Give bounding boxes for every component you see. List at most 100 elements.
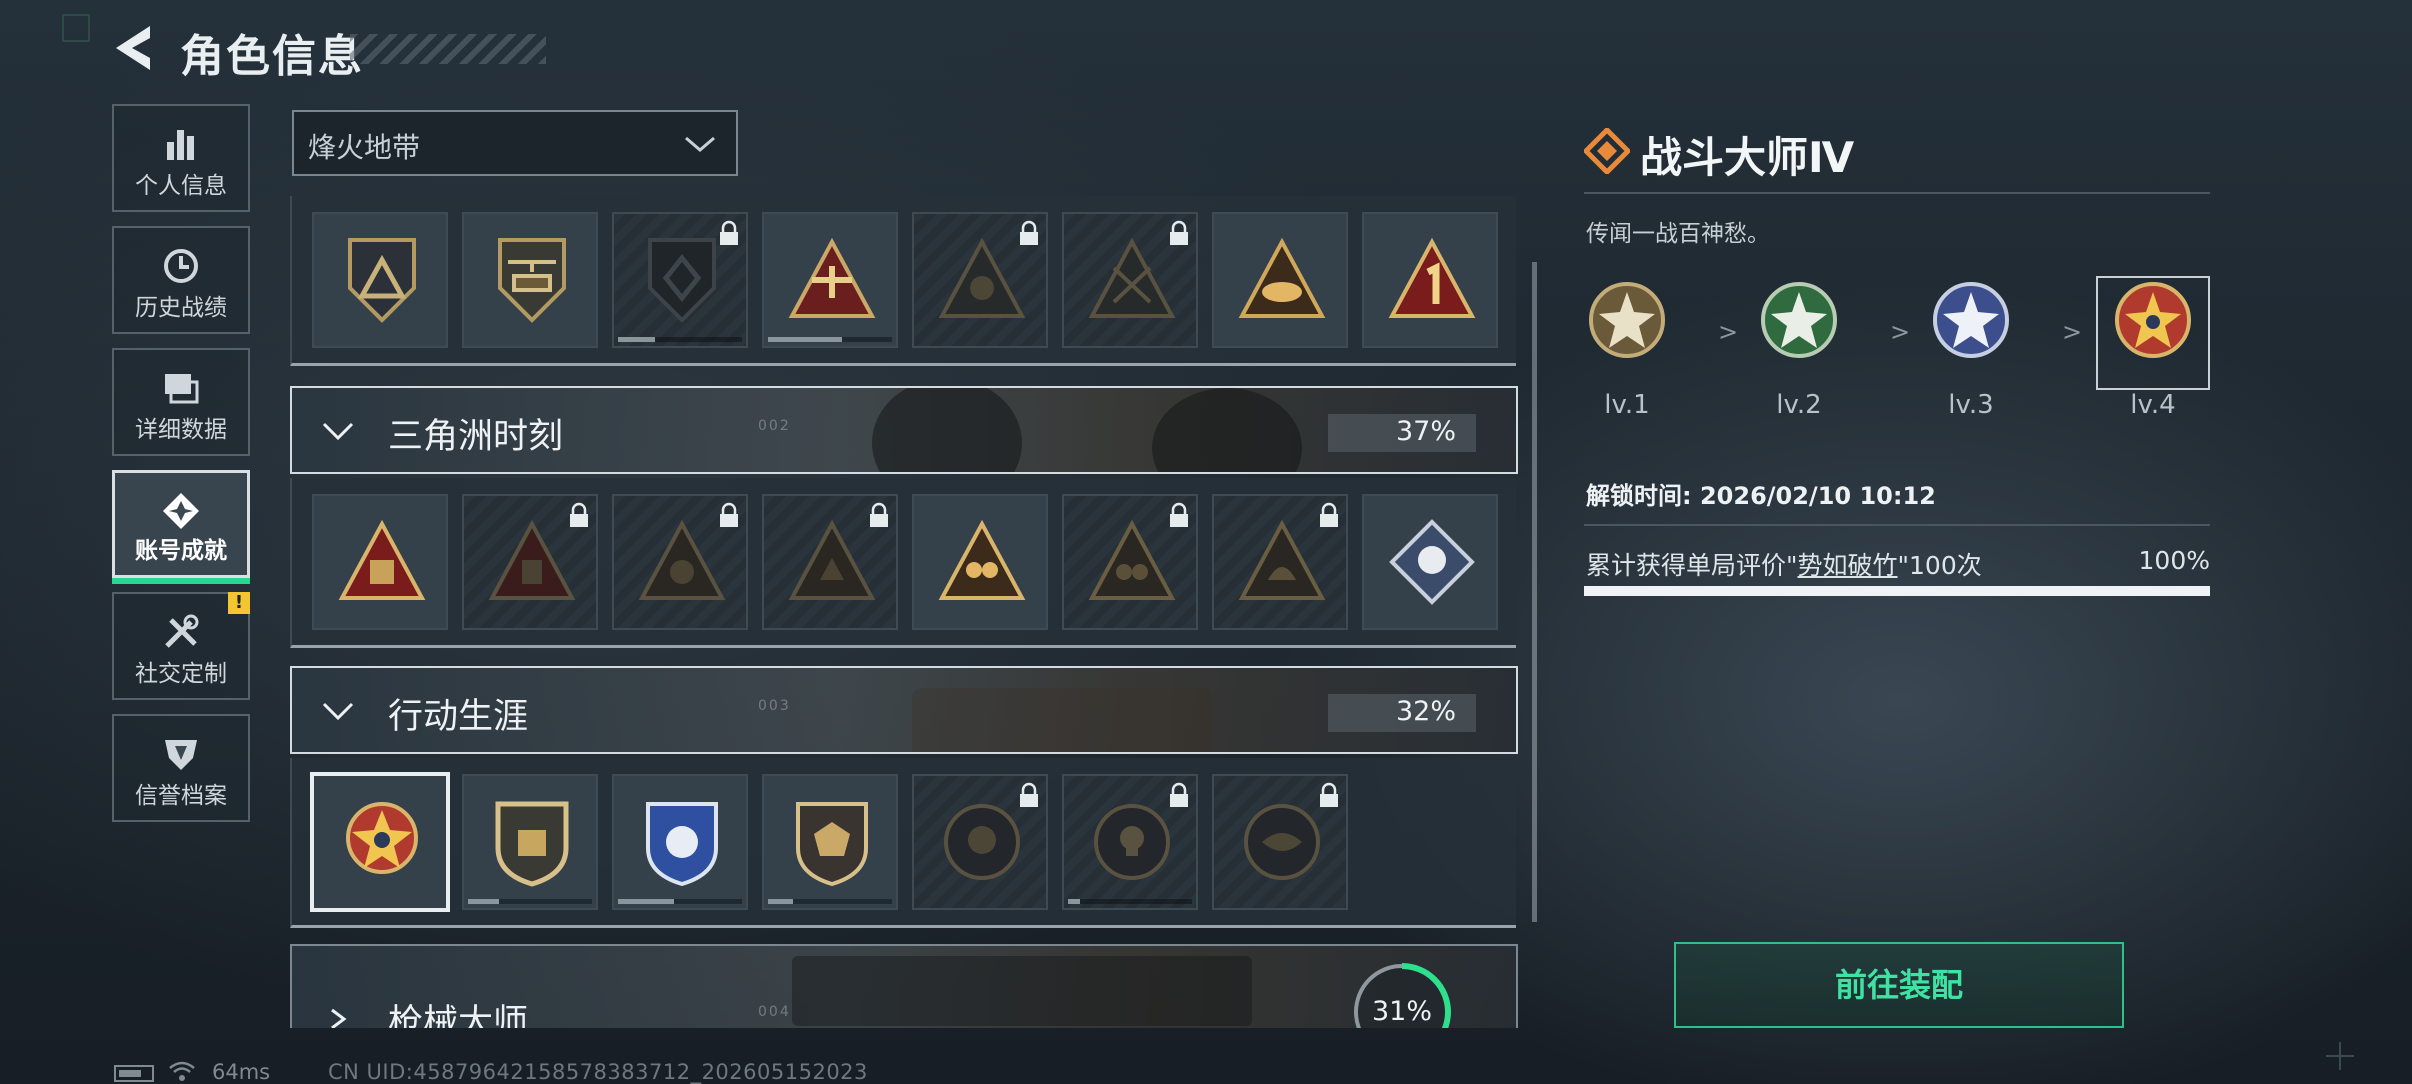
faded-skull-medal-icon: [1094, 804, 1170, 880]
level-4[interactable]: lv.4: [2096, 276, 2210, 420]
achievement-tile-locked[interactable]: [462, 494, 598, 630]
achievement-tile-locked[interactable]: [1212, 774, 1348, 910]
blue-wing-shield-medal-icon: [646, 802, 718, 887]
chevron-down-icon: [322, 422, 354, 441]
level-label: lv.3: [1948, 390, 1994, 420]
level-2[interactable]: lv.2: [1744, 278, 1854, 420]
category-index: 002: [758, 418, 791, 434]
blue-star-medal-icon: [1933, 282, 2009, 358]
faded-soldier-medal-icon: [1088, 237, 1176, 318]
level-3[interactable]: lv.3: [1916, 278, 2026, 420]
sidebar-item-history[interactable]: 历史战绩: [112, 226, 250, 334]
arrow-separator: >: [2062, 318, 2083, 346]
shield-badge-icon: [165, 740, 197, 770]
sidebar-item-label: 信誉档案: [135, 783, 227, 809]
category-header-weapon-master[interactable]: 枪械大师 004 31%: [290, 944, 1518, 1028]
go-equip-button[interactable]: 前往装配: [1674, 942, 2124, 1028]
achievement-tile[interactable]: [1212, 212, 1348, 348]
achievement-tile[interactable]: [462, 774, 598, 910]
achievement-tile-locked[interactable]: [762, 494, 898, 630]
task-highlight: 势如破竹: [1797, 551, 1898, 580]
category-percent-box: 32%: [1328, 694, 1476, 732]
level-label: lv.1: [1604, 390, 1650, 420]
page-title: 角色信息: [180, 31, 364, 82]
cards-icon: [165, 374, 199, 404]
achievement-tile-locked[interactable]: [1212, 494, 1348, 630]
user-uid: CN UID:4587964215857838371​2_20260515202…: [328, 1060, 868, 1084]
sidebar-item-social-custom[interactable]: 社交定制 !: [112, 592, 250, 700]
faded-shield-medal-icon: [648, 238, 716, 323]
faded-squad-medal-icon: [1088, 519, 1176, 600]
achievement-tile[interactable]: [1362, 494, 1498, 630]
scrollbar-thumb[interactable]: [1532, 262, 1537, 922]
sidebar-item-label: 历史战绩: [135, 295, 227, 321]
achievement-tile[interactable]: [312, 494, 448, 630]
header-art: [1152, 388, 1302, 472]
triangle-shield-medal-icon: [348, 238, 416, 323]
sidebar-item-detailed-data[interactable]: 详细数据: [112, 348, 250, 456]
achievement-tile-locked[interactable]: [1062, 212, 1198, 348]
title-decoration: [350, 34, 546, 64]
bar-chart-icon: [167, 130, 194, 160]
category-percent-box: 37%: [1328, 414, 1476, 452]
bomber-medal-icon: [788, 237, 876, 318]
battery-icon: [114, 1065, 154, 1082]
category-header-delta-moments[interactable]: 三角洲时刻 002 37%: [290, 386, 1518, 474]
sidebar-item-label: 社交定制: [135, 661, 227, 687]
achievement-list[interactable]: 三角洲时刻 002 37% 行动生涯 003 32% 枪械大师 004 31%: [290, 196, 1518, 1028]
mode-dropdown[interactable]: 烽火地带: [292, 110, 738, 176]
achievement-tile-locked[interactable]: [912, 774, 1048, 910]
back-arrow-icon[interactable]: [110, 22, 156, 74]
category-name: 枪械大师: [388, 1003, 529, 1028]
dice-shield-medal-icon: [796, 802, 868, 887]
sidebar-item-personal-info[interactable]: 个人信息: [112, 104, 250, 212]
plus-decoration-icon: [2326, 1042, 2354, 1070]
tile-progress-bar: [768, 899, 892, 904]
achievement-title: 战斗大师Ⅳ: [1640, 133, 1855, 182]
task-requirement: 累计获得单局评价"势如破竹"100次: [1586, 546, 1982, 582]
category-percent: 37%: [1395, 416, 1456, 447]
achievement-row: [290, 478, 1516, 648]
corner-mark: [62, 14, 90, 42]
tile-progress-bar: [768, 337, 892, 342]
diamond-rank-icon: [1584, 128, 1630, 174]
warning-badge: !: [228, 592, 250, 614]
category-name: 三角洲时刻: [388, 417, 564, 457]
achievement-tile[interactable]: [762, 774, 898, 910]
category-percent: 32%: [1395, 696, 1456, 727]
sidebar-item-label: 个人信息: [135, 173, 227, 199]
cloud-triangle-medal-icon: [1238, 237, 1326, 318]
category-index: 004: [758, 1004, 791, 1020]
faded-triangle-medal-icon: [488, 519, 576, 600]
achievement-tile[interactable]: [762, 212, 898, 348]
level-1[interactable]: lv.1: [1572, 278, 1682, 420]
sidebar-item-achievements[interactable]: 账号成就: [112, 470, 250, 584]
sidebar-item-label: 详细数据: [135, 417, 227, 443]
achievement-tile-locked[interactable]: [912, 212, 1048, 348]
achievement-tile-locked[interactable]: [612, 212, 748, 348]
achievement-tile-selected[interactable]: [310, 772, 450, 912]
faded-triangle-medal-icon: [1238, 519, 1326, 600]
unlock-time: 解锁时间: 2026/02/10 10:12: [1586, 476, 1936, 511]
task-prefix: 累计获得单局评价": [1586, 551, 1798, 580]
achievement-tile-locked[interactable]: [612, 494, 748, 630]
achievement-tile-locked[interactable]: [1062, 494, 1198, 630]
category-header-operation-career[interactable]: 行动生涯 003 32%: [290, 666, 1518, 754]
mode-dropdown-value: 烽火地带: [308, 131, 421, 164]
chevron-right-icon: [331, 1008, 347, 1028]
selected-level-frame: [2096, 276, 2210, 390]
combat-master-medal-icon: [346, 802, 418, 874]
bronze-star-medal-icon: [1589, 282, 1665, 358]
tile-progress-bar: [618, 337, 742, 342]
achievement-tile-locked[interactable]: [1062, 774, 1198, 910]
history-icon: [164, 249, 198, 283]
chevron-down-icon: [685, 136, 715, 152]
achievement-tile[interactable]: [462, 212, 598, 348]
achievement-tile[interactable]: [612, 774, 748, 910]
achievement-tile[interactable]: [1362, 212, 1498, 348]
achievement-tile[interactable]: [312, 212, 448, 348]
achievement-row: [290, 758, 1516, 928]
sidebar-item-reputation[interactable]: 信誉档案: [112, 714, 250, 822]
achievement-tile[interactable]: [912, 494, 1048, 630]
arrow-separator: >: [1890, 318, 1911, 346]
